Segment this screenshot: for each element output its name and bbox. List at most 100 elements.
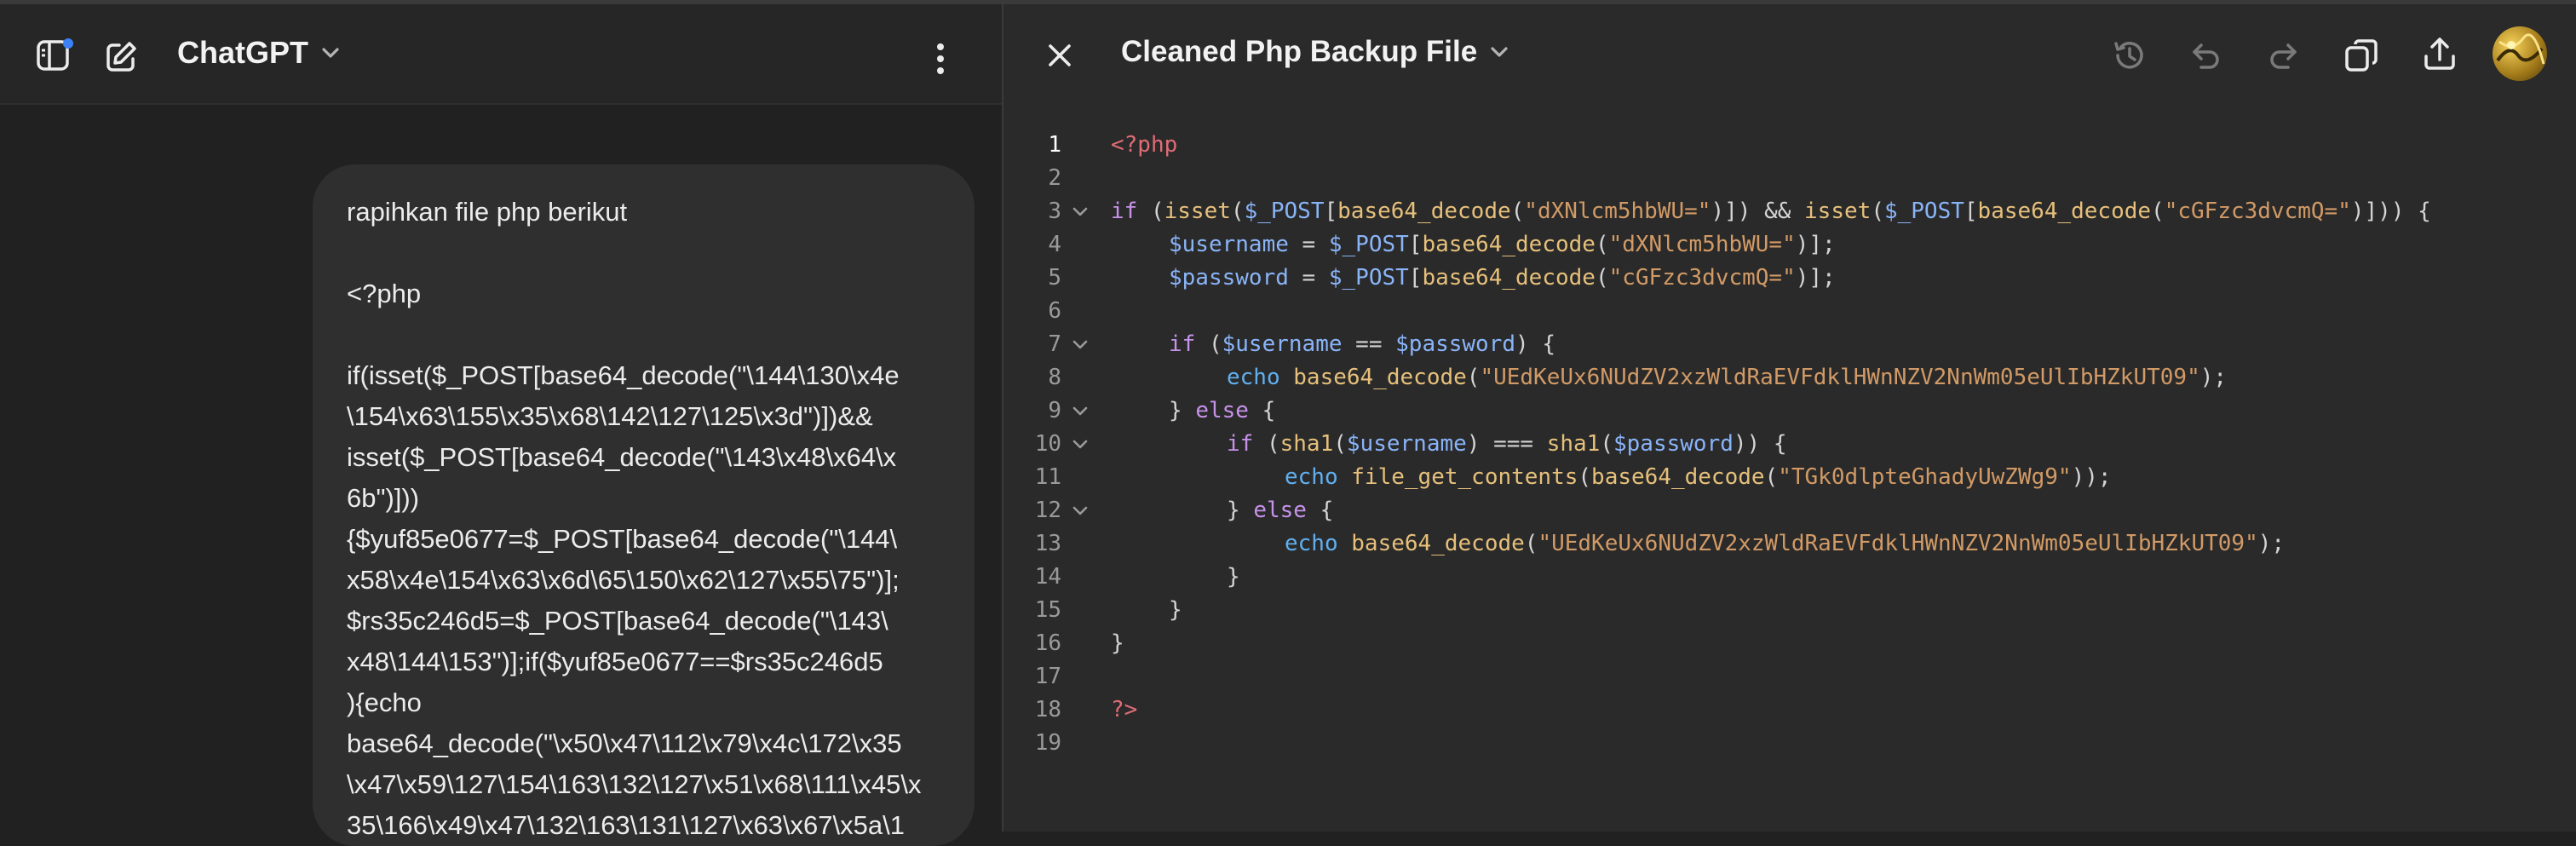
line-number: 19 xyxy=(1034,730,1061,756)
undo-icon xyxy=(2193,43,2219,69)
code-token: "UEdKeUx6NUdZV2xzWldRaEVFdklHWnNZV2NnWm0… xyxy=(1480,365,2200,390)
line-number: 3 xyxy=(1048,199,1061,224)
code-token: ) { xyxy=(1515,331,1555,357)
code-token: } xyxy=(1227,498,1254,523)
code-line: 7 if ($username == $password) { xyxy=(1003,328,2576,361)
avatar[interactable] xyxy=(2493,26,2547,81)
code-token: = xyxy=(1288,265,1329,291)
code-token: ( xyxy=(1578,464,1592,490)
code-token: "dXNlcm5hbWU=" xyxy=(1608,232,1796,257)
line-number: 17 xyxy=(1034,664,1061,689)
code-token: } xyxy=(1111,630,1124,656)
code-token: ( xyxy=(1195,331,1222,357)
code-token: )) { xyxy=(1733,431,1787,457)
code-token: ); xyxy=(2199,365,2228,390)
line-number: 15 xyxy=(1034,597,1061,623)
fold-chevron-icon xyxy=(1072,340,1088,348)
model-selector[interactable]: ChatGPT xyxy=(177,35,341,71)
line-number: 9 xyxy=(1048,398,1061,423)
code-token: echo xyxy=(1285,464,1338,490)
line-number: 18 xyxy=(1034,697,1061,722)
line-number: 5 xyxy=(1048,265,1061,291)
code-token: ( xyxy=(1871,199,1884,224)
more-options-button[interactable] xyxy=(920,38,961,79)
canvas-panel: Cleaned Php Backup File 1 <?php 2 3 if (… xyxy=(1003,4,2576,832)
user-message-bubble: rapihkan file php berikut <?php if(isset… xyxy=(313,164,975,846)
avatar-image xyxy=(2496,33,2545,65)
code-token: "dXNlcm5hbWU=" xyxy=(1524,199,1711,224)
code-token: } xyxy=(1169,398,1196,423)
code-line: 5 $password = $_POST[base64_decode("cGFzc… xyxy=(1003,262,2576,295)
line-number: 2 xyxy=(1048,165,1061,191)
fold-toggle[interactable] xyxy=(1070,394,1090,428)
chevron-down-icon xyxy=(322,48,339,58)
code-token: $username xyxy=(1169,232,1289,257)
code-token: $password xyxy=(1613,431,1734,457)
code-token: base64_decode xyxy=(1337,199,1511,224)
code-token: if xyxy=(1169,331,1196,357)
fold-toggle[interactable] xyxy=(1070,195,1090,228)
code-line: 3 if (isset($_POST[base64_decode("dXNlcm5… xyxy=(1003,195,2576,228)
chevron-down-icon xyxy=(1491,47,1508,57)
code-token: [ xyxy=(1408,265,1423,291)
redo-button[interactable] xyxy=(2261,33,2305,78)
document-title-selector[interactable]: Cleaned Php Backup File xyxy=(1121,35,1509,69)
code-token: [ xyxy=(1964,199,1978,224)
fold-chevron-icon xyxy=(1072,406,1088,415)
code-line: 18 ?> xyxy=(1003,693,2576,727)
code-token: sha1 xyxy=(1279,431,1334,457)
code-token: base64_decode xyxy=(1591,464,1765,490)
code-token: )]; xyxy=(1795,232,1836,257)
app-title: ChatGPT xyxy=(177,35,309,70)
canvas-header: Cleaned Php Backup File xyxy=(1003,4,2576,106)
code-token: [ xyxy=(1324,199,1338,224)
code-token: else xyxy=(1253,498,1307,523)
code-line: 4 $username = $_POST[base64_decode("dXNlc… xyxy=(1003,228,2576,262)
code-token: )]) && xyxy=(1711,199,1805,224)
code-token: "cGFzc3dvcmQ=" xyxy=(2164,199,2351,224)
code-token: { xyxy=(1248,398,1276,423)
code-token: else xyxy=(1195,398,1249,423)
line-number: 10 xyxy=(1034,431,1061,457)
code-token: ( xyxy=(1600,431,1613,457)
code-token: ( xyxy=(1510,199,1525,224)
code-token: if xyxy=(1111,199,1138,224)
code-token: ( xyxy=(1253,431,1280,457)
version-history-button[interactable] xyxy=(2107,33,2152,78)
code-token: if xyxy=(1227,431,1254,457)
line-number: 7 xyxy=(1048,331,1061,357)
code-token: ( xyxy=(1333,431,1347,457)
code-token: ( xyxy=(1230,199,1245,224)
fold-toggle[interactable] xyxy=(1070,328,1090,361)
code-token: base64_decode xyxy=(1351,531,1525,556)
code-line: 2 xyxy=(1003,162,2576,195)
code-token: ( xyxy=(1764,464,1779,490)
fold-chevron-icon xyxy=(1072,506,1088,515)
code-line: 8 echo base64_decode("UEdKeUx6NUdZV2xzWld… xyxy=(1003,361,2576,394)
sidebar-toggle-button[interactable] xyxy=(31,35,78,76)
code-token: ( xyxy=(1137,199,1164,224)
code-token: isset xyxy=(1804,199,1872,224)
code-token: ); xyxy=(2257,531,2286,556)
code-token: $username xyxy=(1222,331,1343,357)
code-token: base64_decode xyxy=(1293,365,1467,390)
code-token: $_POST xyxy=(1328,232,1409,257)
share-button[interactable] xyxy=(2418,32,2462,76)
line-number: 1 xyxy=(1048,132,1061,158)
line-number: 6 xyxy=(1048,298,1061,324)
undo-button[interactable] xyxy=(2184,33,2228,78)
fold-toggle[interactable] xyxy=(1070,428,1090,461)
code-token: { xyxy=(1306,498,1334,523)
copy-button[interactable] xyxy=(2339,33,2383,78)
code-editor[interactable]: 1 <?php 2 3 if (isset($_POST[base64_decode… xyxy=(1003,129,2576,760)
user-message-text: rapihkan file php berikut <?php if(isset… xyxy=(347,197,922,840)
new-chat-button[interactable] xyxy=(101,37,141,78)
new-chat-icon xyxy=(106,42,136,72)
code-line: 15} xyxy=(1003,594,2576,627)
code-line: 6 xyxy=(1003,295,2576,328)
code-line: 16} xyxy=(1003,627,2576,660)
line-number: 16 xyxy=(1034,630,1061,656)
fold-toggle[interactable] xyxy=(1070,494,1090,527)
close-canvas-button[interactable] xyxy=(1039,35,1080,76)
code-line: 9} else { xyxy=(1003,394,2576,428)
